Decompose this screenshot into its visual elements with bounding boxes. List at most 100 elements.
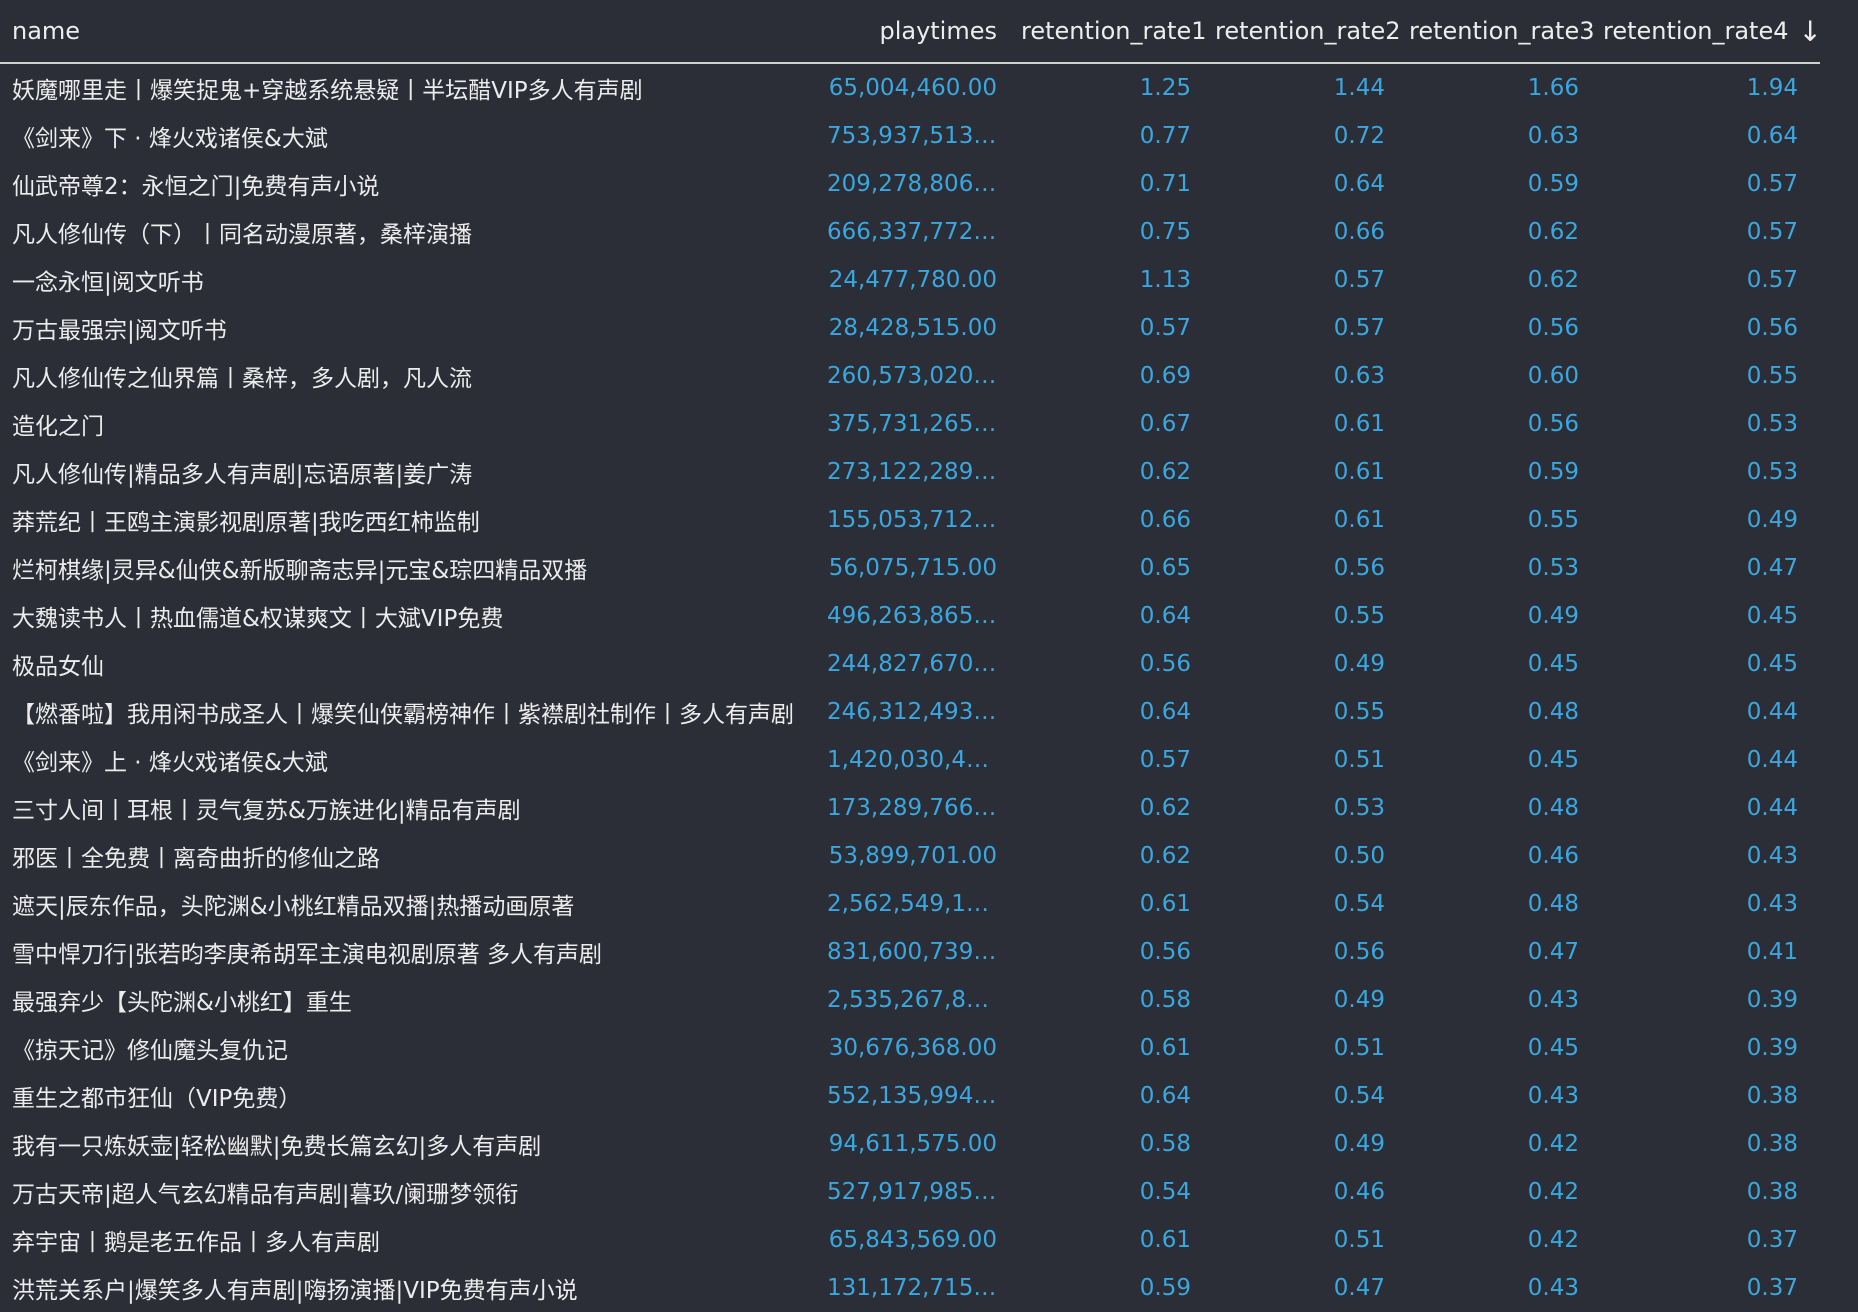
cell-retention-rate3: 0.62 <box>1527 267 1579 293</box>
cell-retention-rate1: 0.67 <box>1139 411 1191 437</box>
table-row[interactable]: 极品女仙 244,827,670.00 0.56 0.49 0.45 0.45 <box>0 640 1820 688</box>
cell-retention-rate4: 0.43 <box>1746 843 1798 869</box>
cell-retention-rate1: 0.61 <box>1139 891 1191 917</box>
table-row[interactable]: 三寸人间丨耳根丨灵气复苏&万族进化|精品有声剧 173,289,766.00 0.6… <box>0 784 1820 832</box>
table-row[interactable]: 莽荒纪丨王鸥主演影视剧原著|我吃西红柿监制 155,053,712.00 0.66 0… <box>0 496 1820 544</box>
cell-retention-rate3: 0.46 <box>1527 843 1579 869</box>
cell-retention-rate2: 0.56 <box>1333 555 1385 581</box>
column-header-retention-rate2[interactable]: retention_rate2 <box>1203 0 1400 64</box>
cell-playtimes: 209,278,806.00 <box>827 171 1009 197</box>
cell-playtimes: 30,676,368.00 <box>828 1035 997 1061</box>
cell-name: 妖魔哪里走丨爆笑捉鬼+穿越系统悬疑丨半坛醋VIP多人有声剧 <box>12 78 643 104</box>
cell-retention-rate1: 0.69 <box>1139 363 1191 389</box>
cell-retention-rate1: 0.59 <box>1139 1275 1191 1301</box>
column-header-playtimes[interactable]: playtimes <box>815 0 1009 64</box>
cell-retention-rate3: 0.48 <box>1527 891 1579 917</box>
table-row[interactable]: 烂柯棋缘|灵异&仙侠&新版聊斋志异|元宝&琮四精品双播 56,075,715.00… <box>0 544 1820 592</box>
cell-playtimes: 244,827,670.00 <box>827 651 1009 677</box>
table-row[interactable]: 洪荒关系户|爆笑多人有声剧|嗨扬演播|VIP免费有声小说 131,172,715.… <box>0 1264 1820 1312</box>
column-header-name[interactable]: name <box>0 0 815 64</box>
cell-retention-rate3: 0.49 <box>1527 603 1579 629</box>
cell-retention-rate2: 0.49 <box>1333 987 1385 1013</box>
cell-name: 仙武帝尊2：永恒之门|免费有声小说 <box>12 174 380 200</box>
cell-retention-rate3: 1.66 <box>1527 75 1579 101</box>
cell-retention-rate2: 0.49 <box>1333 1131 1385 1157</box>
table-row[interactable]: 妖魔哪里走丨爆笑捉鬼+穿越系统悬疑丨半坛醋VIP多人有声剧 65,004,460.… <box>0 63 1820 112</box>
cell-retention-rate3: 0.42 <box>1527 1179 1579 1205</box>
cell-retention-rate4: 0.41 <box>1746 939 1798 965</box>
table-row[interactable]: 《剑来》下 · 烽火戏诸侯&大斌 753,937,513.00 0.77 0.72 0.… <box>0 112 1820 160</box>
table-row[interactable]: 最强弃少【头陀渊&小桃红】重生 2,535,267,843.00 0.58 0.49 0… <box>0 976 1820 1024</box>
cell-name: 我有一只炼妖壶|轻松幽默|免费长篇玄幻|多人有声剧 <box>12 1134 542 1160</box>
cell-name: 三寸人间丨耳根丨灵气复苏&万族进化|精品有声剧 <box>12 798 521 824</box>
table-row[interactable]: 遮天|辰东作品，头陀渊&小桃红精品双播|热播动画原著 2,562,549,160.… <box>0 880 1820 928</box>
cell-retention-rate3: 0.43 <box>1527 987 1579 1013</box>
cell-retention-rate2: 0.50 <box>1333 843 1385 869</box>
table-row[interactable]: 凡人修仙传（下）丨同名动漫原著，桑梓演播 666,337,772.00 0.75 0.… <box>0 208 1820 256</box>
sort-descending-icon[interactable]: ↓ <box>1798 15 1821 48</box>
cell-retention-rate4: 0.53 <box>1746 411 1798 437</box>
table-row[interactable]: 万古最强宗|阅文听书 28,428,515.00 0.57 0.57 0.56 0.56 <box>0 304 1820 352</box>
cell-retention-rate2: 0.56 <box>1333 939 1385 965</box>
cell-retention-rate4: 0.57 <box>1746 171 1798 197</box>
cell-retention-rate1: 0.66 <box>1139 507 1191 533</box>
cell-name: 凡人修仙传之仙界篇丨桑梓，多人剧，凡人流 <box>12 366 472 392</box>
cell-playtimes: 666,337,772.00 <box>827 219 1009 245</box>
cell-retention-rate4: 0.45 <box>1746 603 1798 629</box>
cell-retention-rate2: 0.66 <box>1333 219 1385 245</box>
cell-playtimes: 131,172,715.00 <box>827 1275 1009 1301</box>
data-table: name playtimes retention_rate1 retention… <box>0 0 1822 1312</box>
table-row[interactable]: 仙武帝尊2：永恒之门|免费有声小说 209,278,806.00 0.71 0.64 0… <box>0 160 1820 208</box>
table-row[interactable]: 《剑来》上 · 烽火戏诸侯&大斌 1,420,030,409.00 0.57 0.51… <box>0 736 1820 784</box>
cell-retention-rate1: 0.58 <box>1139 1131 1191 1157</box>
table-row[interactable]: 凡人修仙传|精品多人有声剧|忘语原著|姜广涛 273,122,289.00 0.62… <box>0 448 1820 496</box>
cell-retention-rate2: 0.55 <box>1333 603 1385 629</box>
table-row[interactable]: 邪医丨全免费丨离奇曲折的修仙之路 53,899,701.00 0.62 0.50 0.4… <box>0 832 1820 880</box>
cell-retention-rate2: 0.64 <box>1333 171 1385 197</box>
cell-name: 极品女仙 <box>12 654 104 680</box>
cell-name: 大魏读书人丨热血儒道&权谋爽文丨大斌VIP免费 <box>12 606 504 632</box>
cell-playtimes: 2,535,267,843.00 <box>827 987 1009 1013</box>
column-header-retention-rate1[interactable]: retention_rate1 <box>1009 0 1206 64</box>
table-row[interactable]: 弃宇宙丨鹅是老五作品丨多人有声剧 65,843,569.00 0.61 0.51 0.4… <box>0 1216 1820 1264</box>
table-row[interactable]: 凡人修仙传之仙界篇丨桑梓，多人剧，凡人流 260,573,020.00 0.69 0.… <box>0 352 1820 400</box>
cell-playtimes: 527,917,985.00 <box>827 1179 1009 1205</box>
cell-playtimes: 65,843,569.00 <box>828 1227 997 1253</box>
table-row[interactable]: 【燃番啦】我用闲书成圣人丨爆笑仙侠霸榜神作丨紫襟剧社制作丨多人有声剧 246,31… <box>0 688 1820 736</box>
cell-retention-rate4: 0.44 <box>1746 699 1798 725</box>
cell-retention-rate3: 0.45 <box>1527 1035 1579 1061</box>
cell-retention-rate4: 0.45 <box>1746 651 1798 677</box>
column-header-label: playtimes <box>879 17 997 45</box>
cell-playtimes: 2,562,549,160.00 <box>827 891 1009 917</box>
table-row[interactable]: 造化之门 375,731,265.00 0.67 0.61 0.56 0.53 <box>0 400 1820 448</box>
cell-retention-rate1: 0.77 <box>1139 123 1191 149</box>
table-row[interactable]: 大魏读书人丨热血儒道&权谋爽文丨大斌VIP免费 496,263,865.00 0.6… <box>0 592 1820 640</box>
cell-playtimes: 273,122,289.00 <box>827 459 1009 485</box>
cell-name: 遮天|辰东作品，头陀渊&小桃红精品双播|热播动画原著 <box>12 894 575 920</box>
header-row: name playtimes retention_rate1 retention… <box>0 0 1822 64</box>
cell-retention-rate4: 0.37 <box>1746 1227 1798 1253</box>
cell-playtimes: 246,312,493.00 <box>827 699 1009 725</box>
cell-name: 重生之都市狂仙（VIP免费） <box>12 1086 302 1112</box>
cell-retention-rate2: 0.63 <box>1333 363 1385 389</box>
table-row[interactable]: 《掠天记》修仙魔头复仇记 30,676,368.00 0.61 0.51 0.45 0.3… <box>0 1024 1820 1072</box>
cell-name: 弃宇宙丨鹅是老五作品丨多人有声剧 <box>12 1230 380 1256</box>
cell-retention-rate2: 0.61 <box>1333 411 1385 437</box>
table-row[interactable]: 我有一只炼妖壶|轻松幽默|免费长篇玄幻|多人有声剧 94,611,575.00 0.… <box>0 1120 1820 1168</box>
cell-name: 《剑来》上 · 烽火戏诸侯&大斌 <box>12 750 328 776</box>
table-row[interactable]: 万古天帝|超人气玄幻精品有声剧|暮玖/阑珊梦领衔 527,917,985.00 0.… <box>0 1168 1820 1216</box>
cell-playtimes: 53,899,701.00 <box>828 843 997 869</box>
cell-retention-rate3: 0.45 <box>1527 747 1579 773</box>
cell-name: 【燃番啦】我用闲书成圣人丨爆笑仙侠霸榜神作丨紫襟剧社制作丨多人有声剧 <box>12 702 794 728</box>
cell-retention-rate3: 0.63 <box>1527 123 1579 149</box>
table-row[interactable]: 一念永恒|阅文听书 24,477,780.00 1.13 0.57 0.62 0.57 <box>0 256 1820 304</box>
table-row[interactable]: 雪中悍刀行|张若昀李庚希胡军主演电视剧原著 多人有声剧 831,600,739.0… <box>0 928 1820 976</box>
cell-retention-rate3: 0.55 <box>1527 507 1579 533</box>
cell-retention-rate1: 1.25 <box>1139 75 1191 101</box>
cell-name: 万古天帝|超人气玄幻精品有声剧|暮玖/阑珊梦领衔 <box>12 1182 519 1208</box>
column-header-retention-rate4[interactable]: retention_rate4 ↓ <box>1591 0 1822 64</box>
cell-retention-rate2: 0.47 <box>1333 1275 1385 1301</box>
column-header-retention-rate3[interactable]: retention_rate3 <box>1397 0 1594 64</box>
cell-playtimes: 65,004,460.00 <box>828 75 997 101</box>
table-row[interactable]: 重生之都市狂仙（VIP免费） 552,135,994.00 0.64 0.54 0.43… <box>0 1072 1820 1120</box>
